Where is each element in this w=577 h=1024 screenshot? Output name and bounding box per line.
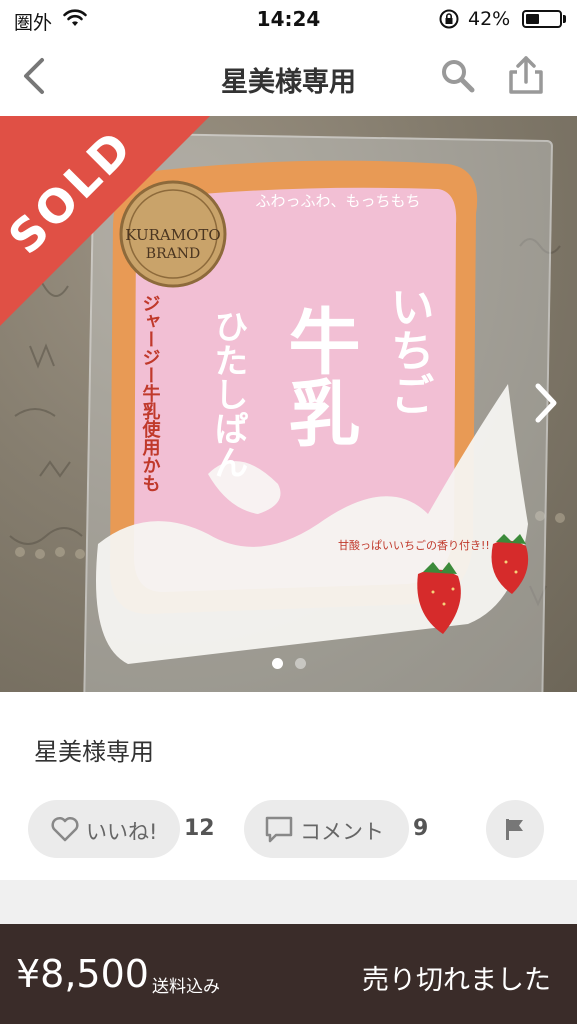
comment-button[interactable]: コメント: [244, 800, 409, 858]
search-icon[interactable]: [440, 58, 476, 94]
carousel-dot[interactable]: [294, 658, 306, 669]
comment-bubble-icon: [265, 816, 293, 843]
shipping-note: 送料込み: [152, 977, 220, 997]
comment-count: 9: [413, 816, 429, 841]
battery-cap: [563, 15, 566, 23]
pkg-text-main2: 牛乳: [276, 304, 360, 448]
report-flag-button[interactable]: [486, 800, 544, 858]
product-image-carousel[interactable]: KURAMOTO BRAND ふわっふわ、もっちもち いちご 牛乳 ひたしぱん …: [0, 116, 577, 692]
pkg-text-scent: 甘酸っぱいいちごの香り付き!!: [338, 538, 490, 552]
pkg-text-top: ふわっふわ、もっちもち: [255, 192, 420, 210]
status-bar: 圏外 14:24 42%: [0, 0, 577, 38]
nav-bar: 星美様専用: [0, 38, 577, 116]
share-icon[interactable]: [505, 54, 547, 96]
carousel-dot[interactable]: [271, 658, 283, 669]
sold-banner: SOLD: [0, 116, 210, 326]
battery-percent: 42%: [468, 8, 511, 30]
item-title: 星美様専用: [34, 738, 154, 766]
like-button[interactable]: いいね!: [28, 800, 180, 858]
price: ¥8,500: [16, 952, 149, 996]
battery-icon: [522, 10, 562, 28]
flag-icon: [506, 819, 523, 840]
heart-icon: [51, 816, 79, 842]
pkg-text-main1: いちご: [383, 284, 434, 416]
carousel-next-chevron-icon[interactable]: [528, 380, 562, 426]
rotation-lock-icon: [439, 9, 459, 29]
carousel-dots: [0, 654, 577, 673]
comment-label: コメント: [300, 820, 384, 844]
page-title: 星美様専用: [221, 67, 356, 98]
section-divider: [0, 880, 577, 924]
purchase-bar: ¥8,500 送料込み 売り切れました: [0, 924, 577, 1024]
battery-fill: [526, 14, 539, 24]
like-count: 12: [184, 816, 215, 841]
like-label: いいね!: [86, 820, 158, 844]
sold-out-status: 売り切れました: [362, 965, 551, 996]
